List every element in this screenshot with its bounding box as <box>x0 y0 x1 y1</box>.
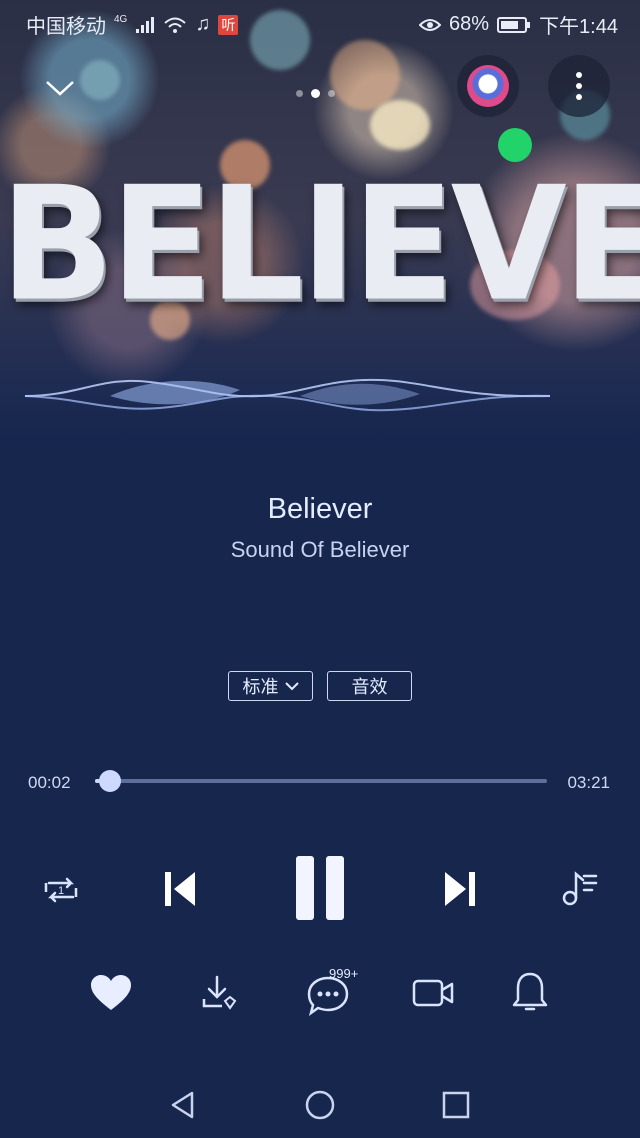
chevron-down-icon <box>284 682 299 691</box>
download-button[interactable] <box>193 970 243 1016</box>
cover-art: BELIEVER <box>0 0 640 440</box>
profile-avatar-button[interactable] <box>457 55 519 117</box>
status-bar: 中国移动 4G ♫ 听 68% 下午1:44 <box>0 0 640 44</box>
quality-label: 标准 <box>242 677 279 697</box>
page-dot <box>296 90 303 97</box>
progress-thumb[interactable] <box>98 770 121 792</box>
pause-button[interactable] <box>285 848 355 928</box>
download-icon <box>202 975 237 1010</box>
repeat-one-icon: 1 <box>44 877 78 903</box>
playlist-button[interactable] <box>556 866 602 910</box>
ringtone-button[interactable] <box>505 968 555 1016</box>
chevron-down-icon <box>46 81 74 96</box>
back-triangle-icon <box>171 1091 194 1119</box>
network-type: 4G <box>114 14 128 25</box>
page-dot-active <box>311 89 320 98</box>
app-badge: 听 <box>218 14 239 35</box>
sound-effects-label: 音效 <box>351 677 388 697</box>
signal-icon <box>136 16 155 33</box>
home-circle-icon <box>305 1090 335 1120</box>
pause-icon <box>296 856 344 920</box>
nav-home-button[interactable] <box>295 1080 345 1130</box>
current-time: 00:02 <box>28 773 71 792</box>
waveform-graphic <box>24 378 551 412</box>
battery-percent: 68% <box>449 13 490 35</box>
skip-next-icon <box>445 872 475 906</box>
playlist-icon <box>562 871 598 906</box>
skip-previous-icon <box>165 872 195 906</box>
comments-button[interactable]: 999+ <box>303 966 363 1016</box>
wifi-icon <box>164 17 187 33</box>
comment-count-badge: 999+ <box>329 966 359 981</box>
recents-square-icon <box>442 1091 470 1119</box>
like-button[interactable] <box>86 970 136 1016</box>
song-title: Believer <box>267 493 373 525</box>
sound-effects-button[interactable]: 音效 <box>327 671 412 701</box>
music-note-icon: ♫ <box>195 13 211 35</box>
page-indicator <box>296 89 335 98</box>
quality-selector[interactable]: 标准 <box>228 671 313 701</box>
progress-bar[interactable] <box>95 779 547 783</box>
total-time: 03:21 <box>567 773 610 792</box>
clock: 下午1:44 <box>539 16 618 38</box>
collapse-button[interactable] <box>38 68 82 108</box>
bell-icon <box>512 972 548 1011</box>
avatar <box>467 65 509 107</box>
repeat-one-button[interactable]: 1 <box>38 870 84 910</box>
cover-art-title: BELIEVER <box>0 153 640 337</box>
eye-comfort-icon <box>419 18 442 31</box>
more-options-button[interactable] <box>548 55 610 117</box>
next-button[interactable] <box>435 862 485 916</box>
page-dot <box>328 90 335 97</box>
repeat-count: 1 <box>58 885 64 897</box>
heart-icon <box>91 975 131 1010</box>
nav-recents-button[interactable] <box>431 1080 481 1130</box>
nav-back-button[interactable] <box>158 1080 208 1130</box>
more-vertical-icon <box>576 72 582 100</box>
video-camera-icon <box>412 979 454 1007</box>
battery-icon <box>497 16 531 33</box>
song-artist[interactable]: Sound Of Believer <box>0 537 640 563</box>
carrier-name: 中国移动 <box>26 16 106 38</box>
music-video-button[interactable] <box>408 970 458 1016</box>
previous-button[interactable] <box>155 862 205 916</box>
